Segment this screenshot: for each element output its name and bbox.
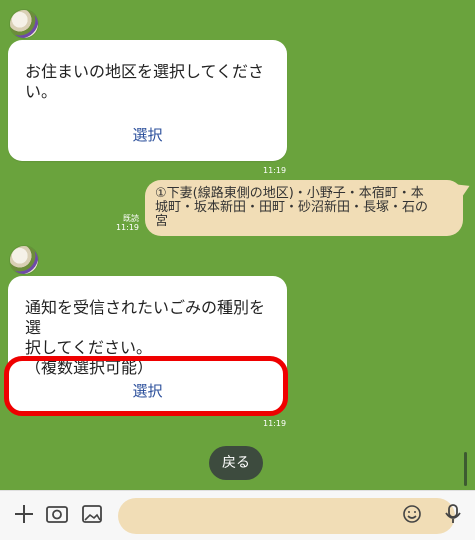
input-bar xyxy=(0,490,475,540)
chat-area: お住まいの地区を選択してください。 選択 11:19 ①下妻(線路東側の地区)・… xyxy=(0,0,475,490)
plus-icon[interactable] xyxy=(9,499,39,529)
image-icon[interactable] xyxy=(77,499,107,529)
timestamp: 11:19 xyxy=(263,166,287,175)
camera-icon[interactable] xyxy=(42,499,72,529)
scrollbar[interactable] xyxy=(464,452,467,486)
back-button[interactable]: 戻る xyxy=(209,446,263,480)
emoji-icon[interactable] xyxy=(397,499,427,529)
question-text-district: お住まいの地区を選択してください。 xyxy=(25,62,265,101)
timestamp: 11:19 xyxy=(115,223,139,232)
bot-avatar[interactable] xyxy=(10,246,38,274)
timestamp: 11:19 xyxy=(263,419,287,428)
mic-icon[interactable] xyxy=(438,499,468,529)
highlight-frame xyxy=(4,356,288,416)
user-reply-bubble: ①下妻(線路東側の地区)・小野子・本宿町・本 城町・坂本新田・田町・砂沼新田・長… xyxy=(145,180,463,236)
read-label: 既読 xyxy=(123,214,139,223)
bot-avatar[interactable] xyxy=(10,10,38,38)
select-button-district[interactable]: 選択 xyxy=(8,124,287,145)
question-card-district: お住まいの地区を選択してください。 選択 xyxy=(8,40,287,161)
read-receipt: 既読 11:19 xyxy=(113,214,139,232)
user-reply-text: ①下妻(線路東側の地区)・小野子・本宿町・本 城町・坂本新田・田町・砂沼新田・長… xyxy=(155,186,429,229)
